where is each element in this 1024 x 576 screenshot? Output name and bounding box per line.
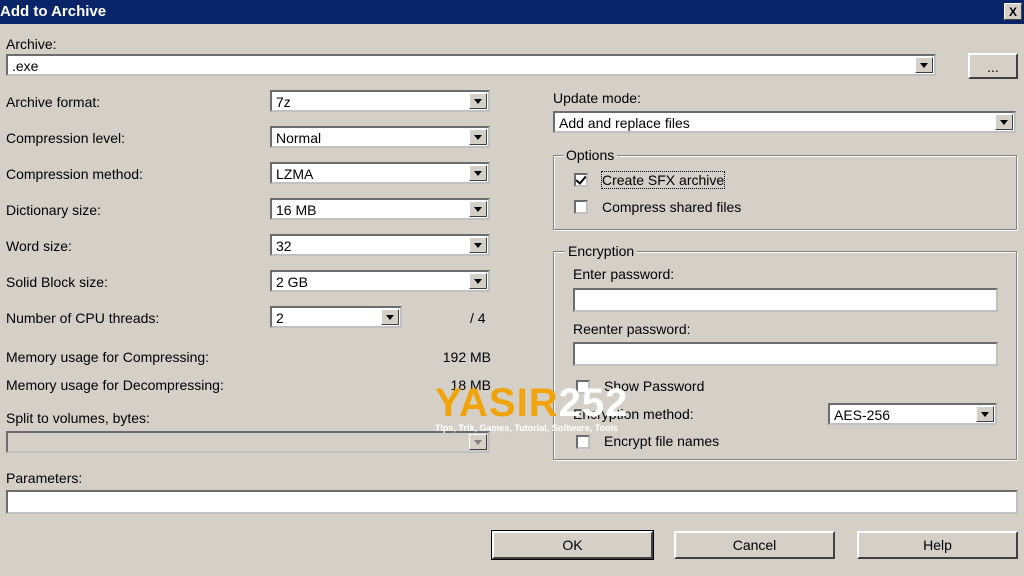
encrypt-file-names-label[interactable]: Encrypt file names: [604, 433, 719, 449]
word-size-label: Word size:: [6, 238, 72, 254]
chevron-down-icon[interactable]: [469, 129, 487, 145]
memory-compress-label: Memory usage for Compressing:: [6, 349, 210, 365]
cpu-threads-value: 2: [276, 310, 284, 326]
chevron-down-icon[interactable]: [915, 57, 933, 73]
compression-method-combo[interactable]: LZMA: [270, 162, 490, 184]
solid-block-size-combo[interactable]: 2 GB: [270, 270, 490, 292]
archive-path-value: .exe: [12, 58, 39, 74]
reenter-password-label: Reenter password:: [573, 321, 691, 337]
memory-decompress-label: Memory usage for Decompressing:: [6, 377, 224, 393]
reenter-password-input[interactable]: [573, 342, 998, 366]
ok-button[interactable]: OK: [491, 530, 654, 560]
watermark-tagline: Tips, Trik, Games, Tutorial, Software, T…: [435, 423, 619, 433]
dictionary-size-label: Dictionary size:: [6, 202, 101, 218]
cpu-threads-combo[interactable]: 2: [270, 306, 402, 328]
chevron-down-icon[interactable]: [381, 309, 399, 325]
compression-level-combo[interactable]: Normal: [270, 126, 490, 148]
parameters-label: Parameters:: [6, 470, 83, 486]
compression-method-value: LZMA: [276, 166, 314, 182]
chevron-down-icon[interactable]: [469, 434, 487, 450]
enter-password-label: Enter password:: [573, 266, 675, 282]
chevron-down-icon[interactable]: [995, 114, 1013, 130]
encryption-method-value: AES-256: [834, 407, 891, 423]
update-mode-label: Update mode:: [553, 90, 641, 106]
create-sfx-checkbox[interactable]: [574, 173, 588, 187]
dictionary-size-value: 16 MB: [276, 202, 317, 218]
watermark-number: 252: [558, 381, 629, 425]
close-icon: X: [1008, 5, 1017, 19]
cancel-button[interactable]: Cancel: [674, 531, 835, 559]
solid-block-size-label: Solid Block size:: [6, 274, 108, 290]
create-sfx-label[interactable]: Create SFX archive: [600, 171, 726, 189]
archive-label: Archive:: [6, 36, 57, 52]
archive-format-label: Archive format:: [6, 94, 101, 110]
browse-button[interactable]: ...: [968, 53, 1018, 79]
word-size-combo[interactable]: 32: [270, 234, 490, 256]
cpu-threads-label: Number of CPU threads:: [6, 310, 160, 326]
title-bar[interactable]: [0, 0, 1024, 24]
split-volumes-combo[interactable]: [6, 431, 490, 453]
solid-block-size-value: 2 GB: [276, 274, 308, 290]
encrypt-file-names-checkbox[interactable]: [576, 435, 590, 449]
password-input[interactable]: [573, 288, 998, 312]
word-size-value: 32: [276, 238, 292, 254]
chevron-down-icon[interactable]: [469, 273, 487, 289]
chevron-down-icon[interactable]: [469, 237, 487, 253]
dictionary-size-combo[interactable]: 16 MB: [270, 198, 490, 220]
update-mode-value: Add and replace files: [559, 115, 690, 131]
chevron-down-icon[interactable]: [469, 201, 487, 217]
compression-level-value: Normal: [276, 130, 322, 146]
encryption-method-combo[interactable]: AES-256: [828, 403, 997, 425]
compression-method-label: Compression method:: [6, 166, 143, 182]
options-title: Options: [563, 147, 618, 163]
chevron-down-icon[interactable]: [469, 93, 487, 109]
split-volumes-label: Split to volumes, bytes:: [6, 410, 150, 426]
watermark-brand: YASIR: [435, 381, 559, 425]
chevron-down-icon[interactable]: [469, 165, 487, 181]
cpu-threads-max: / 4: [470, 310, 486, 326]
parameters-input[interactable]: [6, 490, 1018, 514]
help-button[interactable]: Help: [857, 531, 1018, 559]
archive-format-combo[interactable]: 7z: [270, 90, 490, 112]
encryption-title: Encryption: [565, 243, 638, 259]
watermark-logo: YASIR252 Tips, Trik, Games, Tutorial, So…: [435, 383, 628, 433]
compression-level-label: Compression level:: [6, 130, 126, 146]
close-button[interactable]: X: [1004, 3, 1022, 20]
chevron-down-icon[interactable]: [976, 406, 994, 422]
archive-format-value: 7z: [276, 94, 291, 110]
update-mode-combo[interactable]: Add and replace files: [553, 111, 1016, 133]
memory-compress-value: 192 MB: [442, 349, 491, 365]
archive-path-combo[interactable]: .exe: [6, 54, 936, 76]
compress-shared-label[interactable]: Compress shared files: [602, 199, 741, 215]
compress-shared-checkbox[interactable]: [574, 200, 588, 214]
options-group: [553, 155, 1017, 230]
window-title: Add to Archive: [0, 3, 107, 20]
